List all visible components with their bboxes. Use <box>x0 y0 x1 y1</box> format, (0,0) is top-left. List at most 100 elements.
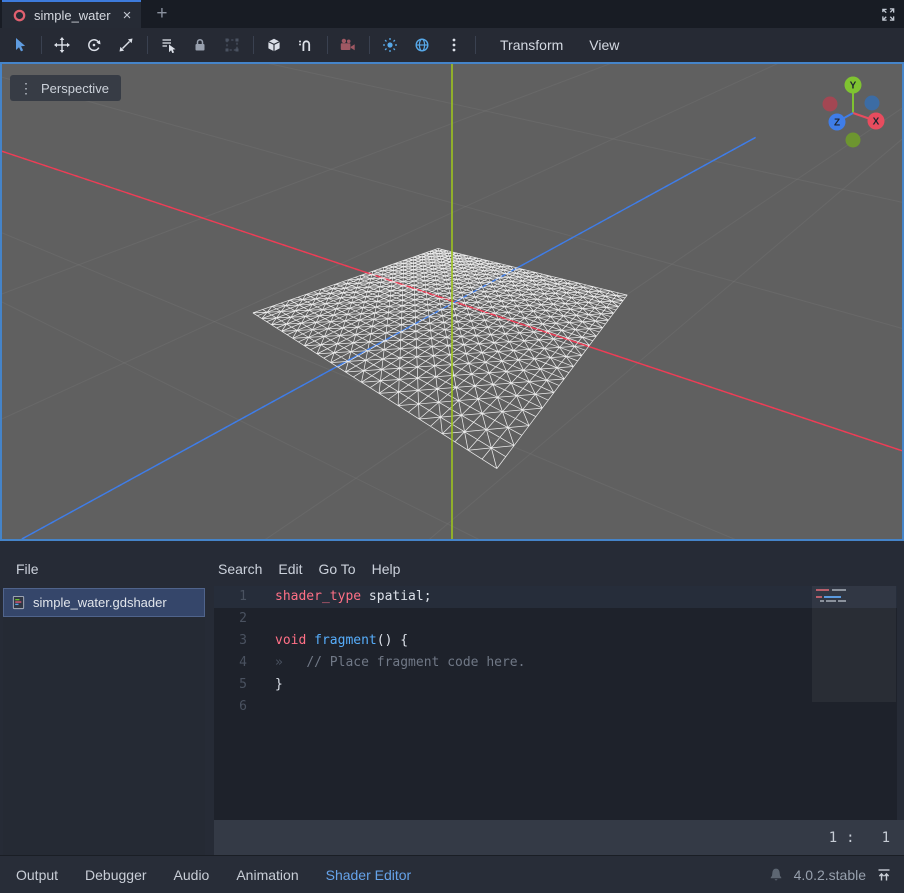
file-list-item[interactable]: simple_water.gdshader <box>3 588 205 617</box>
shader-file-list: simple_water.gdshader <box>3 588 205 855</box>
gizmo-z-label: Z <box>834 118 840 129</box>
bottom-panel-tab-shader-editor[interactable]: Shader Editor <box>321 867 417 883</box>
scene-icon <box>12 8 27 23</box>
toolbar-separator <box>327 36 328 54</box>
gizmo-neg-z-ball[interactable] <box>865 96 880 111</box>
transform-menu[interactable]: Transform <box>490 37 573 53</box>
line-number: 5 <box>214 674 258 696</box>
scene-tab[interactable]: simple_water × <box>2 0 141 28</box>
code-line: 6 <box>214 696 897 718</box>
toolbar-separator <box>253 36 254 54</box>
gizmo-y-label: Y <box>850 81 857 92</box>
group-selected-button[interactable] <box>220 33 244 57</box>
select-tool-button[interactable] <box>8 33 32 57</box>
cursor-line: 1 <box>829 830 837 846</box>
toolbar-separator <box>369 36 370 54</box>
menu-search[interactable]: Search <box>210 554 270 584</box>
scene-tab-bar: simple_water × + <box>0 0 904 28</box>
minimap-mark <box>826 600 836 602</box>
toolbar-separator <box>41 36 42 54</box>
editor-menu-bar: SearchEditGo ToHelp <box>210 554 408 584</box>
rotate-tool-button[interactable] <box>82 33 106 57</box>
menu-go-to[interactable]: Go To <box>310 554 363 584</box>
move-icon <box>54 37 70 53</box>
snap-toggle[interactable] <box>294 33 318 57</box>
bottom-bar-right: 4.0.2.stable <box>768 867 892 883</box>
sun-icon <box>382 37 398 53</box>
bottom-panel-bar: Output Debugger Audio Animation Shader Edito… <box>0 855 904 893</box>
group-icon <box>224 37 240 53</box>
perspective-menu-button[interactable]: ⋮ Perspective <box>10 75 121 101</box>
bottom-panel-tab-audio[interactable]: Audio <box>169 867 215 883</box>
dots-vertical-icon: ⋮ <box>19 80 33 97</box>
code-editor[interactable]: 1shader_type spatial;23void fragment() {… <box>214 586 897 821</box>
code-minimap[interactable] <box>812 586 896 702</box>
editor-status-bar: 1 : 1 <box>214 820 904 855</box>
perspective-label: Perspective <box>41 81 109 96</box>
code-line: 5} <box>214 674 897 696</box>
fullscreen-icon[interactable] <box>881 7 896 22</box>
local-space-toggle[interactable] <box>262 33 286 57</box>
tab-close-icon[interactable]: × <box>123 7 132 24</box>
file-menu[interactable]: File <box>12 554 43 584</box>
line-number: 2 <box>214 608 258 630</box>
scale-tool-button[interactable] <box>114 33 138 57</box>
minimap-mark <box>816 589 829 591</box>
cursor-column: 1 <box>882 830 890 846</box>
version-label: 4.0.2.stable <box>794 867 866 883</box>
cube-icon <box>266 37 282 53</box>
spatial-toolbar: Transform View <box>0 28 904 62</box>
bottom-panel-tab-animation[interactable]: Animation <box>231 867 303 883</box>
shader-file-icon <box>11 595 26 610</box>
minimap-mark <box>838 600 846 602</box>
selection-list-button[interactable] <box>156 33 180 57</box>
shader-editor-panel: File SearchEditGo ToHelp simple_water.gd… <box>0 541 904 855</box>
tab-label: simple_water <box>34 8 111 23</box>
bottom-panel-tab-output[interactable]: Output <box>11 867 63 883</box>
viewport-scene <box>2 64 902 539</box>
gizmo-neg-x-ball[interactable] <box>823 97 838 112</box>
bottom-panel-tab-debugger[interactable]: Debugger <box>80 867 152 883</box>
line-number: 6 <box>214 696 258 718</box>
view-axis-gizmo[interactable]: Y X Z <box>808 68 898 158</box>
code-line-content: void fragment() { <box>258 630 408 652</box>
code-line: 3void fragment() { <box>214 630 897 652</box>
lock-selected-button[interactable] <box>188 33 212 57</box>
move-tool-button[interactable] <box>50 33 74 57</box>
code-line: 4» // Place fragment code here. <box>214 652 897 674</box>
scale-icon <box>118 37 134 53</box>
selection-list-icon <box>160 37 176 53</box>
menu-edit[interactable]: Edit <box>270 554 310 584</box>
code-line: 2 <box>214 608 897 630</box>
code-line: 1shader_type spatial; <box>214 586 897 608</box>
notification-bell-icon[interactable] <box>768 867 784 883</box>
dots-vertical-icon <box>446 37 462 53</box>
view-options-menu[interactable] <box>442 33 466 57</box>
line-number: 1 <box>214 586 258 608</box>
camera-icon <box>340 37 356 53</box>
minimap-mark <box>838 596 841 598</box>
code-line-content <box>258 696 275 718</box>
preview-environment-toggle[interactable] <box>410 33 434 57</box>
gizmo-x-label: X <box>873 117 880 128</box>
menu-help[interactable]: Help <box>364 554 409 584</box>
gizmo-neg-y-ball[interactable] <box>846 133 861 148</box>
new-tab-button[interactable]: + <box>156 0 167 28</box>
code-line-content: shader_type spatial; <box>258 586 432 608</box>
toolbar-separator <box>147 36 148 54</box>
3d-viewport[interactable]: ⋮ Perspective Y X Z <box>0 62 904 541</box>
cursor-separator: : <box>846 830 854 846</box>
expand-bottom-panel-icon[interactable] <box>876 867 892 883</box>
preview-sun-toggle[interactable] <box>378 33 402 57</box>
minimap-mark <box>816 596 822 598</box>
minimap-mark <box>820 600 824 602</box>
view-menu[interactable]: View <box>579 37 629 53</box>
code-line-content: } <box>258 674 283 696</box>
globe-icon <box>414 37 430 53</box>
file-name: simple_water.gdshader <box>33 595 167 610</box>
rotate-icon <box>86 37 102 53</box>
camera-preview-toggle[interactable] <box>336 33 360 57</box>
minimap-mark <box>832 589 846 591</box>
line-number: 3 <box>214 630 258 652</box>
code-line-content: » // Place fragment code here. <box>258 652 525 674</box>
